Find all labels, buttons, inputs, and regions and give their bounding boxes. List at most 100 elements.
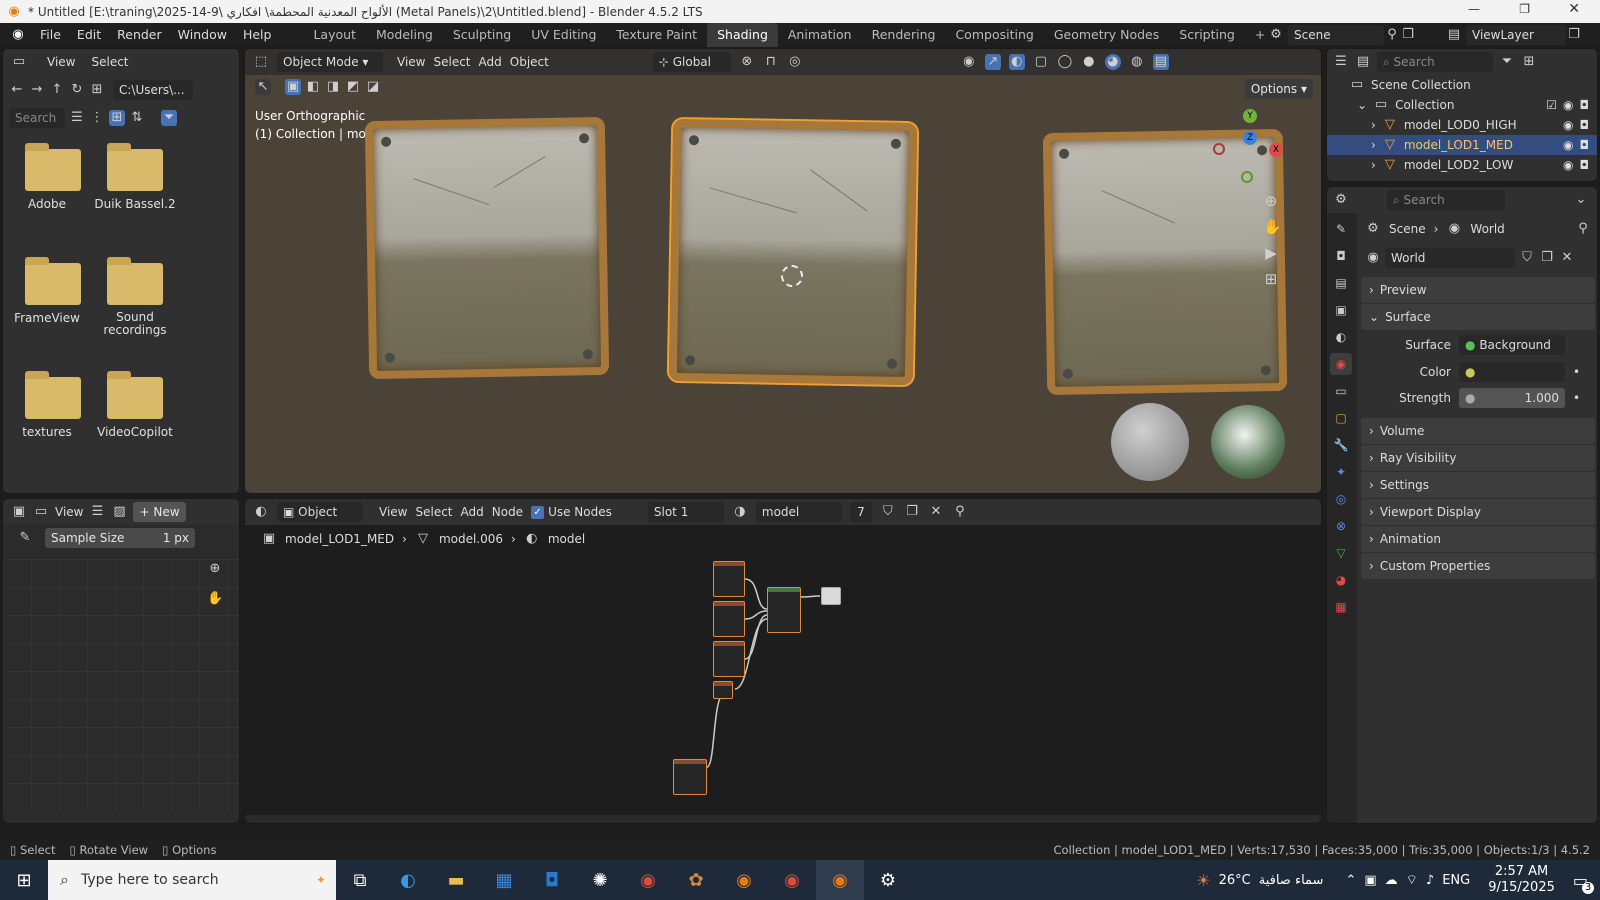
thumb-large-icon[interactable]: ⊞ — [109, 110, 125, 126]
tab-uv-editing[interactable]: UV Editing — [521, 23, 606, 47]
tab-scripting[interactable]: Scripting — [1169, 23, 1245, 47]
editor-type-icon[interactable]: ☰ — [1333, 54, 1349, 70]
menu-icon[interactable]: ☰ — [89, 504, 105, 520]
tab-sculpting[interactable]: Sculpting — [443, 23, 521, 47]
eye-icon[interactable]: ◉ — [1563, 138, 1573, 152]
language-indicator[interactable]: ENG — [1442, 873, 1470, 888]
sort-icon[interactable]: ⇅ — [129, 110, 145, 126]
3d-cursor-icon[interactable] — [781, 265, 803, 287]
keyframe-dot-icon[interactable]: • — [1573, 391, 1580, 405]
outliner-scene-collection[interactable]: ▭ Scene Collection — [1327, 75, 1597, 95]
folder-item[interactable]: Duik Bassel.2 — [85, 143, 185, 211]
gizmo-neg-y[interactable] — [1241, 171, 1253, 183]
select-new-icon[interactable]: ▣ — [285, 79, 301, 95]
gizmo-x-axis[interactable]: X — [1269, 143, 1283, 157]
color-field[interactable]: ● — [1459, 362, 1565, 382]
editor-type-icon[interactable]: ▣ — [11, 504, 27, 520]
image-browse-icon[interactable]: ▨ — [111, 504, 127, 520]
ie-menu-view[interactable]: View — [55, 505, 83, 519]
volume-icon[interactable]: ♪ — [1426, 873, 1434, 888]
image-canvas[interactable] — [3, 559, 239, 811]
tab-rendering[interactable]: Rendering — [862, 23, 946, 47]
tab-compositing[interactable]: Compositing — [945, 23, 1043, 47]
keyframe-dot-icon[interactable]: • — [1573, 365, 1580, 379]
collection-tab-icon[interactable]: ▭ — [1330, 380, 1352, 402]
edge-icon[interactable]: ◐ — [384, 860, 432, 900]
surface-shader-field[interactable]: ● Background — [1459, 335, 1565, 355]
parent-dir-icon[interactable]: ↑ — [49, 82, 65, 98]
clock[interactable]: 2:57 AM 9/15/2025 — [1488, 864, 1555, 896]
proportional-edit-icon[interactable]: ◎ — [787, 54, 803, 70]
display-mode-icon[interactable]: ▤ — [1355, 54, 1371, 70]
folder-item[interactable]: FrameView — [3, 257, 91, 325]
camera-icon[interactable]: ▶ — [1263, 245, 1279, 261]
menu-file[interactable]: File — [32, 23, 69, 47]
horizontal-scrollbar[interactable] — [245, 815, 1321, 823]
camera-icon[interactable]: ◘ — [1580, 118, 1590, 132]
sidebar-toggle-icon[interactable]: ▤ — [1152, 54, 1169, 70]
select-extend-icon[interactable]: ◧ — [305, 79, 321, 95]
3d-viewport[interactable]: ⬚ Object Mode ▾ View Select Add Object ⊹… — [244, 48, 1322, 494]
metal-panel-lod1-selected[interactable] — [666, 116, 920, 388]
viewlayer-selector[interactable]: ▤ ViewLayer ❐ — [1446, 25, 1582, 45]
texture-coordinate-node[interactable] — [673, 759, 707, 795]
viewlayer-name[interactable]: ViewLayer — [1466, 25, 1566, 45]
fb-menu-select[interactable]: Select — [91, 55, 128, 69]
eyedropper-icon[interactable]: ✎ — [17, 530, 33, 546]
tool-tab-icon[interactable]: ✎ — [1330, 218, 1352, 240]
solid-shading-icon[interactable]: ● — [1081, 54, 1097, 70]
menu-edit[interactable]: Edit — [69, 23, 109, 47]
outlook-icon[interactable]: ◘ — [528, 860, 576, 900]
outliner-collection[interactable]: ⌄ ▭ Collection ☑ ◉ ◘ — [1327, 95, 1597, 115]
properties-search-input[interactable]: ⌕ Search — [1387, 190, 1505, 210]
material-shading-icon[interactable]: ◕ — [1104, 54, 1121, 70]
ortho-grid-icon[interactable]: ⊞ — [1263, 271, 1279, 287]
gizmo-neg-x[interactable] — [1213, 143, 1225, 155]
metal-panel-lod0[interactable] — [364, 116, 610, 380]
image-texture-node[interactable] — [713, 601, 745, 637]
gizmo-z-axis[interactable]: Z — [1243, 131, 1257, 145]
section-settings[interactable]: › Settings — [1361, 472, 1595, 498]
camera-icon[interactable]: ◘ — [1580, 158, 1590, 172]
zoom-icon[interactable]: ⊕ — [207, 561, 223, 577]
principled-bsdf-node[interactable] — [767, 587, 801, 633]
section-custom-properties[interactable]: › Custom Properties — [1361, 553, 1595, 579]
fb-path-field[interactable]: C:\Users\... — [113, 80, 193, 100]
orientation-selector[interactable]: ⊹ Global — [652, 52, 731, 72]
folder-item[interactable]: VideoCopilot — [85, 371, 185, 439]
data-tab-icon[interactable]: ▽ — [1330, 542, 1352, 564]
folder-item[interactable]: Sound recordings — [85, 257, 185, 337]
outliner-item[interactable]: › ▽ model_LOD0_HIGH ◉ ◘ — [1327, 115, 1597, 135]
file-explorer-icon[interactable]: ▬ — [432, 860, 480, 900]
weather-text[interactable]: سماء صافية — [1259, 873, 1324, 888]
material-tab-icon[interactable]: ◕ — [1330, 569, 1352, 591]
mode-selector[interactable]: Object Mode ▾ — [277, 52, 383, 72]
output-tab-icon[interactable]: ▤ — [1330, 272, 1352, 294]
menu-render[interactable]: Render — [109, 23, 170, 47]
expand-icon[interactable]: ⌄ — [1357, 98, 1367, 112]
eye-icon[interactable]: ◉ — [1563, 98, 1573, 112]
tab-texture-paint[interactable]: Texture Paint — [606, 23, 707, 47]
tab-modeling[interactable]: Modeling — [366, 23, 443, 47]
folder-item[interactable]: Adobe — [3, 143, 91, 211]
view-mode-icon[interactable]: ▭ — [33, 504, 49, 520]
zoom-icon[interactable]: ⊕ — [1263, 193, 1279, 209]
fake-user-icon[interactable]: ⛉ — [1519, 250, 1535, 266]
snap-icon[interactable]: ⊓ — [763, 54, 779, 70]
folder-item[interactable]: textures — [3, 371, 91, 439]
vp-menu-select[interactable]: Select — [433, 55, 470, 69]
rendered-shading-icon[interactable]: ◍ — [1129, 54, 1145, 70]
duplicate-icon[interactable]: ❐ — [1539, 250, 1555, 266]
list-view-icon[interactable]: ☰ — [69, 110, 85, 126]
chrome-profile-icon[interactable]: ◉ — [768, 860, 816, 900]
new-collection-icon[interactable]: ⊞ — [1521, 54, 1537, 70]
tab-shading[interactable]: Shading — [707, 23, 778, 47]
object-tab-icon[interactable]: ▢ — [1330, 407, 1352, 429]
section-animation[interactable]: › Animation — [1361, 526, 1595, 552]
tab-layout[interactable]: Layout — [303, 23, 366, 47]
section-preview[interactable]: › Preview — [1361, 277, 1595, 303]
menu-window[interactable]: Window — [170, 23, 235, 47]
section-volume[interactable]: › Volume — [1361, 418, 1595, 444]
particles-tab-icon[interactable]: ✦ — [1330, 461, 1352, 483]
xray-icon[interactable]: ▢ — [1033, 54, 1049, 70]
